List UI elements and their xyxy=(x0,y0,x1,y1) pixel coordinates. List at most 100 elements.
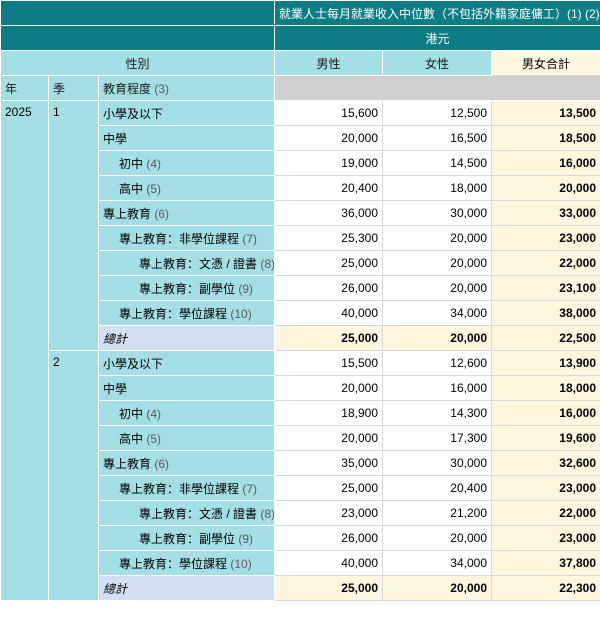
male-value: 20,000 xyxy=(274,425,383,451)
male-value: 40,000 xyxy=(274,300,383,326)
male-value: 15,600 xyxy=(274,100,383,126)
male-value: 25,000 xyxy=(274,250,383,276)
table-row: 2025 1 小學及以下 15,600 12,500 13,500 xyxy=(0,100,600,601)
female-value: 17,300 xyxy=(382,425,492,451)
female-value: 14,500 xyxy=(382,150,492,176)
header-spacer xyxy=(0,0,275,26)
total-male-value: 25,000 xyxy=(274,575,383,601)
education-level-label: 高中 (5) xyxy=(98,175,275,201)
col-male: 男性 xyxy=(274,50,383,76)
female-value: 20,000 xyxy=(382,250,492,276)
female-value: 16,000 xyxy=(382,375,492,401)
female-value: 14,300 xyxy=(382,400,492,426)
unit-label: 港元 xyxy=(274,25,600,51)
total-value: 19,600 xyxy=(491,425,600,451)
education-level-label: 小學及以下 xyxy=(98,100,275,126)
total-value: 18,000 xyxy=(491,375,600,401)
female-value: 30,000 xyxy=(382,450,492,476)
total-value: 37,800 xyxy=(491,550,600,576)
col-total: 男女合計 xyxy=(491,50,600,76)
education-level-label: 小學及以下 xyxy=(98,350,275,376)
female-value: 18,000 xyxy=(382,175,492,201)
col-female: 女性 xyxy=(382,50,492,76)
female-value: 12,500 xyxy=(382,100,492,126)
male-value: 15,500 xyxy=(274,350,383,376)
header-row-sex: 性別 男性 女性 男女合計 xyxy=(0,50,600,76)
total-value: 22,000 xyxy=(491,500,600,526)
education-level-label: 專上教育 (6) xyxy=(98,450,275,476)
total-value: 38,000 xyxy=(491,300,600,326)
male-value: 40,000 xyxy=(274,550,383,576)
education-level-label: 初中 (4) xyxy=(98,400,275,426)
header-spacer xyxy=(0,25,275,51)
total-label: 總計 xyxy=(98,325,275,351)
quarter-cell: 2 xyxy=(48,350,99,601)
male-value: 20,400 xyxy=(274,175,383,201)
total-total-value: 22,300 xyxy=(491,575,600,601)
total-value: 32,600 xyxy=(491,450,600,476)
female-value: 20,000 xyxy=(382,525,492,551)
male-value: 25,000 xyxy=(274,475,383,501)
quarter-label: 季 xyxy=(48,75,99,101)
female-value: 20,000 xyxy=(382,225,492,251)
male-value: 19,000 xyxy=(274,150,383,176)
total-value: 16,000 xyxy=(491,150,600,176)
education-level-label: 初中 (4) xyxy=(98,150,275,176)
education-level-label: 專上教育：副學位 (9) xyxy=(98,275,275,301)
total-value: 23,100 xyxy=(491,275,600,301)
total-value: 13,500 xyxy=(491,100,600,126)
total-female-value: 20,000 xyxy=(382,575,492,601)
female-value: 34,000 xyxy=(382,550,492,576)
education-level-label: 專上教育 (6) xyxy=(98,200,275,226)
education-level-label: 中學 xyxy=(98,125,275,151)
male-value: 35,000 xyxy=(274,450,383,476)
female-value: 30,000 xyxy=(382,200,492,226)
education-level-label: 專上教育：副學位 (9) xyxy=(98,525,275,551)
education-level-label: 中學 xyxy=(98,375,275,401)
total-value: 23,000 xyxy=(491,475,600,501)
education-label: 教育程度 (3) xyxy=(98,75,275,101)
education-level-label: 專上教育：學位課程 (10) xyxy=(98,300,275,326)
female-value: 34,000 xyxy=(382,300,492,326)
male-value: 26,000 xyxy=(274,525,383,551)
female-value: 20,000 xyxy=(382,275,492,301)
total-label: 總計 xyxy=(98,575,275,601)
education-level-label: 高中 (5) xyxy=(98,425,275,451)
total-value: 13,900 xyxy=(491,350,600,376)
header-row-title: 就業人士每月就業收入中位數（不包括外籍家庭傭工）(1) (2) xyxy=(0,0,600,26)
education-level-label: 專上教育：學位課程 (10) xyxy=(98,550,275,576)
education-level-label: 專上教育：非學位課程 (7) xyxy=(98,225,275,251)
income-table: 就業人士每月就業收入中位數（不包括外籍家庭傭工）(1) (2) 港元 性別 男性… xyxy=(0,0,600,601)
male-value: 20,000 xyxy=(274,125,383,151)
male-value: 25,300 xyxy=(274,225,383,251)
female-value: 12,600 xyxy=(382,350,492,376)
male-value: 20,000 xyxy=(274,375,383,401)
male-value: 26,000 xyxy=(274,275,383,301)
year-cell: 2025 xyxy=(0,100,49,601)
year-label: 年 xyxy=(0,75,49,101)
total-value: 18,500 xyxy=(491,125,600,151)
header-row-unit: 港元 xyxy=(0,25,600,51)
female-value: 21,200 xyxy=(382,500,492,526)
education-level-label: 專上教育：非學位課程 (7) xyxy=(98,475,275,501)
total-value: 33,000 xyxy=(491,200,600,226)
total-total-value: 22,500 xyxy=(491,325,600,351)
total-male-value: 25,000 xyxy=(274,325,383,351)
total-value: 22,000 xyxy=(491,250,600,276)
total-value: 23,000 xyxy=(491,525,600,551)
total-value: 20,000 xyxy=(491,175,600,201)
header-gray-fill xyxy=(274,75,600,101)
quarter-cell: 1 xyxy=(48,100,99,351)
education-level-label: 專上教育：文憑 / 證書 (8) xyxy=(98,500,275,526)
total-female-value: 20,000 xyxy=(382,325,492,351)
female-value: 20,400 xyxy=(382,475,492,501)
total-value: 16,000 xyxy=(491,400,600,426)
header-row-dims: 年 季 教育程度 (3) xyxy=(0,75,600,101)
female-value: 16,500 xyxy=(382,125,492,151)
table-row: 2 小學及以下 15,500 12,600 13,900 xyxy=(1,350,600,601)
male-value: 18,900 xyxy=(274,400,383,426)
sex-label: 性別 xyxy=(0,50,275,76)
male-value: 36,000 xyxy=(274,200,383,226)
table-title: 就業人士每月就業收入中位數（不包括外籍家庭傭工）(1) (2) xyxy=(274,0,600,26)
education-level-label: 專上教育：文憑 / 證書 (8) xyxy=(98,250,275,276)
